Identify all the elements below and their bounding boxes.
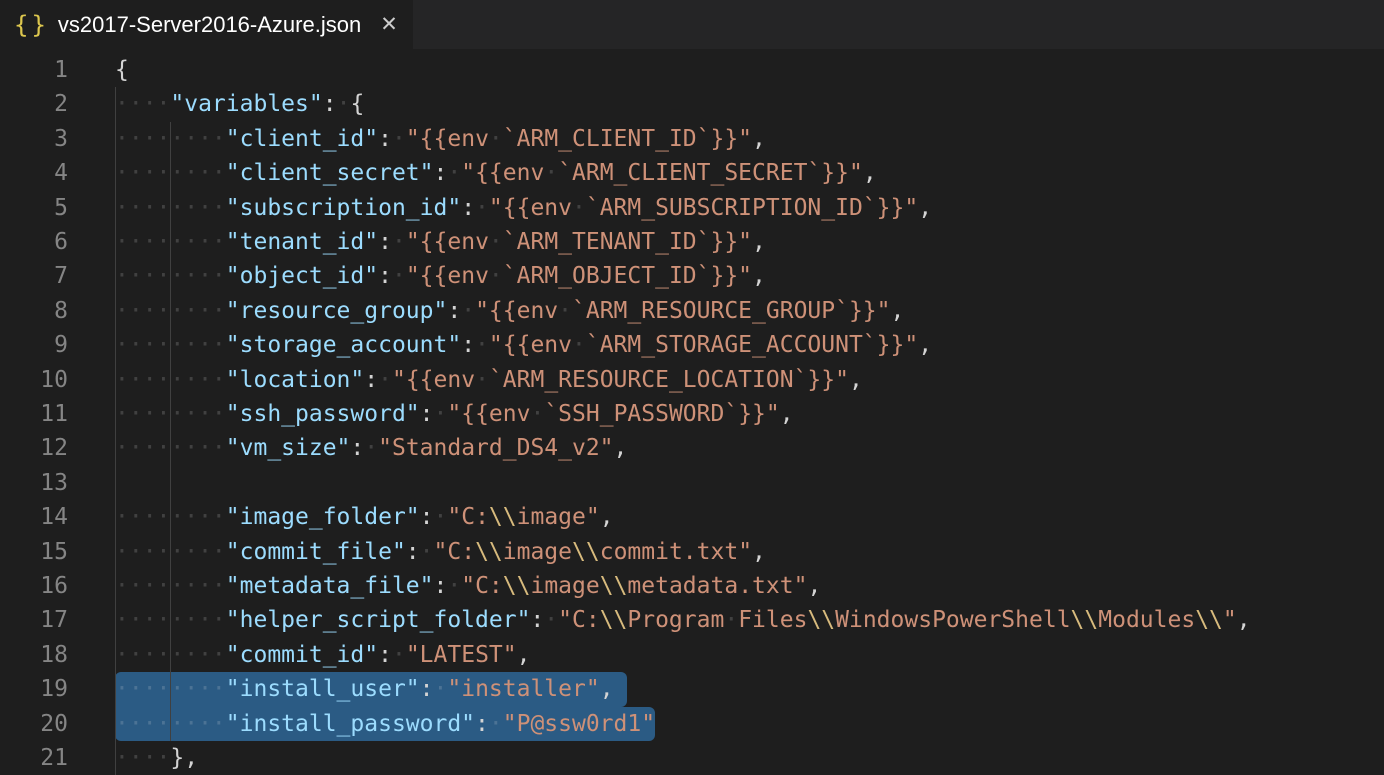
code-line-text: ········"object_id":·"{{env·`ARM_OBJECT_… [115, 259, 766, 293]
code-line[interactable]: 13 [0, 466, 1384, 500]
line-number: 14 [0, 500, 68, 534]
json-file-icon: {} [14, 13, 49, 37]
code-line-text: ········"commit_file":·"C:\\image\\commi… [115, 535, 766, 569]
line-number: 10 [0, 363, 68, 397]
code-line-text: ····"variables":·{ [115, 87, 364, 121]
line-number: 20 [0, 707, 68, 741]
code-line-text: { [115, 53, 129, 87]
line-number: 21 [0, 741, 68, 775]
code-line[interactable]: 9 ········"storage_account":·"{{env·`ARM_… [0, 328, 1384, 362]
line-number: 13 [0, 466, 68, 500]
code-line-text: ········"location":·"{{env·`ARM_RESOURCE… [115, 363, 863, 397]
code-line[interactable]: 15 ········"commit_file":·"C:\\image\\com… [0, 535, 1384, 569]
code-line-text: ····}, [115, 741, 198, 775]
line-number: 6 [0, 225, 68, 259]
code-line-text: ········"client_secret":·"{{env·`ARM_CLI… [115, 156, 877, 190]
code-line-text: ········"install_password":·"P@ssw0rd1" [115, 707, 655, 741]
code-line-text: ········"metadata_file":·"C:\\image\\met… [115, 569, 821, 603]
code-line[interactable]: 1{ [0, 53, 1384, 87]
code-line-text: ········"resource_group":·"{{env·`ARM_RE… [115, 294, 904, 328]
tab-close-icon[interactable]: ✕ [380, 14, 398, 35]
line-number: 2 [0, 87, 68, 121]
code-line[interactable]: 2 ····"variables":·{ [0, 87, 1384, 121]
line-number: 4 [0, 156, 68, 190]
code-line[interactable]: 19 ········"install_user":·"installer", [0, 672, 1384, 706]
code-line[interactable]: 20 ········"install_password":·"P@ssw0rd1… [0, 707, 1384, 741]
code-line[interactable]: 21 ····}, [0, 741, 1384, 775]
line-number: 1 [0, 53, 68, 87]
tab-title: vs2017-Server2016-Azure.json [58, 12, 361, 38]
code-editor[interactable]: 1{2····"variables":·{3········"client_id… [0, 49, 1384, 772]
code-line-text: ········"commit_id":·"LATEST", [115, 638, 530, 672]
code-line[interactable]: 6 ········"tenant_id":·"{{env·`ARM_TENANT… [0, 225, 1384, 259]
line-number: 15 [0, 535, 68, 569]
code-line[interactable]: 8 ········"resource_group":·"{{env·`ARM_R… [0, 294, 1384, 328]
code-line[interactable]: 10 ········"location":·"{{env·`ARM_RESOUR… [0, 363, 1384, 397]
code-line[interactable]: 5 ········"subscription_id":·"{{env·`ARM_… [0, 191, 1384, 225]
line-number: 17 [0, 603, 68, 637]
line-number: 16 [0, 569, 68, 603]
line-number: 5 [0, 191, 68, 225]
line-number: 8 [0, 294, 68, 328]
code-line[interactable]: 11 ········"ssh_password":·"{{env·`SSH_PA… [0, 397, 1384, 431]
code-line-text: ········"helper_script_folder":·"C:\\Pro… [115, 603, 1251, 637]
code-line[interactable]: 4 ········"client_secret":·"{{env·`ARM_CL… [0, 156, 1384, 190]
code-line-text: ········"ssh_password":·"{{env·`SSH_PASS… [115, 397, 794, 431]
line-number: 3 [0, 122, 68, 156]
line-number: 9 [0, 328, 68, 362]
line-number: 11 [0, 397, 68, 431]
line-number: 7 [0, 259, 68, 293]
code-line-text: ········"vm_size":·"Standard_DS4_v2", [115, 431, 627, 465]
code-line[interactable]: 7 ········"object_id":·"{{env·`ARM_OBJECT… [0, 259, 1384, 293]
line-number: 19 [0, 672, 68, 706]
code-line-text: ········"subscription_id":·"{{env·`ARM_S… [115, 191, 932, 225]
code-line[interactable]: 12 ········"vm_size":·"Standard_DS4_v2", [0, 431, 1384, 465]
code-line-text: ········"storage_account":·"{{env·`ARM_S… [115, 328, 932, 362]
code-line[interactable]: 16 ········"metadata_file":·"C:\\image\\m… [0, 569, 1384, 603]
code-line-text: ········"image_folder":·"C:\\image", [115, 500, 614, 534]
code-line[interactable]: 3 ········"client_id":·"{{env·`ARM_CLIENT… [0, 122, 1384, 156]
code-line[interactable]: 14 ········"image_folder":·"C:\\image", [0, 500, 1384, 534]
code-line[interactable]: 17 ········"helper_script_folder":·"C:\\P… [0, 603, 1384, 637]
tab-vs2017-server2016-azure-json[interactable]: {} vs2017-Server2016-Azure.json ✕ [0, 0, 413, 49]
tab-bar: {} vs2017-Server2016-Azure.json ✕ [0, 0, 1384, 49]
code-line-text: ········"client_id":·"{{env·`ARM_CLIENT_… [115, 122, 766, 156]
code-line[interactable]: 18 ········"commit_id":·"LATEST", [0, 638, 1384, 672]
line-number: 12 [0, 431, 68, 465]
code-line-text: ········"install_user":·"installer", [115, 672, 614, 706]
line-number: 18 [0, 638, 68, 672]
code-line-text: ········"tenant_id":·"{{env·`ARM_TENANT_… [115, 225, 766, 259]
